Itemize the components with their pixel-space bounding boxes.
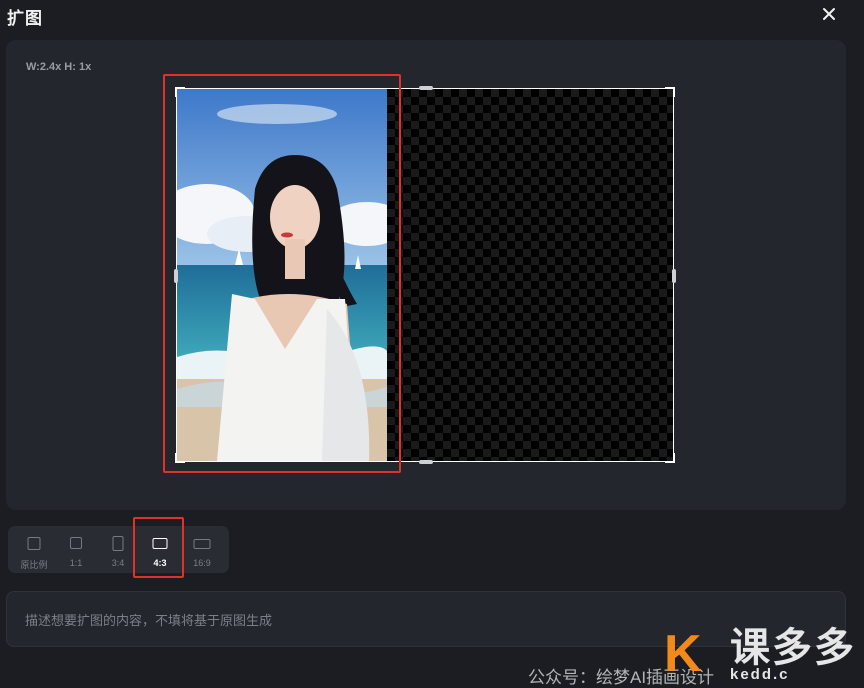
watermark-url: kedd.c: [730, 666, 790, 683]
ratio-label: 3:4: [111, 558, 125, 568]
portrait-photo: [177, 89, 387, 461]
resize-handle-bottom-right[interactable]: [665, 453, 675, 463]
watermark-brand: 课多多: [730, 626, 856, 670]
landscape-4-3-icon: [152, 538, 168, 549]
ratio-label: 原比例: [20, 560, 48, 570]
portrait-3-4-icon: [112, 536, 124, 551]
source-image: [177, 89, 387, 461]
resize-handle-bottom[interactable]: [419, 460, 433, 464]
resize-handle-left[interactable]: [174, 269, 178, 283]
ratio-selector: 原比例 1:1 3:4 4:3 16:9: [8, 526, 229, 573]
watermark-logo: K 课多多 kedd.c: [664, 625, 864, 685]
dialog-title: 扩图: [7, 9, 43, 28]
ratio-original-button[interactable]: 原比例: [14, 526, 54, 573]
wide-16-9-icon: [193, 539, 211, 549]
scale-readout: W:2.4x H: 1x: [26, 61, 92, 73]
ratio-label: 16:9: [193, 558, 211, 568]
square-1-1-icon: [70, 537, 82, 549]
resize-handle-bottom-left[interactable]: [175, 453, 185, 463]
ratio-16-9-button[interactable]: 16:9: [182, 526, 222, 573]
expand-area: [387, 89, 673, 461]
original-ratio-icon: [27, 537, 41, 550]
ratio-3-4-button[interactable]: 3:4: [98, 526, 138, 573]
close-icon: [823, 8, 835, 20]
logo-k-icon: K: [664, 625, 702, 683]
ratio-label: 4:3: [153, 558, 167, 568]
close-button[interactable]: [819, 4, 839, 24]
ratio-1-1-button[interactable]: 1:1: [56, 526, 96, 573]
resize-handle-top[interactable]: [419, 86, 433, 90]
ratio-4-3-button[interactable]: 4:3: [140, 526, 180, 573]
resize-handle-top-right[interactable]: [665, 87, 675, 97]
expand-frame[interactable]: [174, 86, 676, 464]
resize-handle-right[interactable]: [672, 269, 676, 283]
canvas-panel: W:2.4x H: 1x: [6, 40, 846, 510]
ratio-label: 1:1: [69, 558, 83, 568]
resize-handle-top-left[interactable]: [175, 87, 185, 97]
